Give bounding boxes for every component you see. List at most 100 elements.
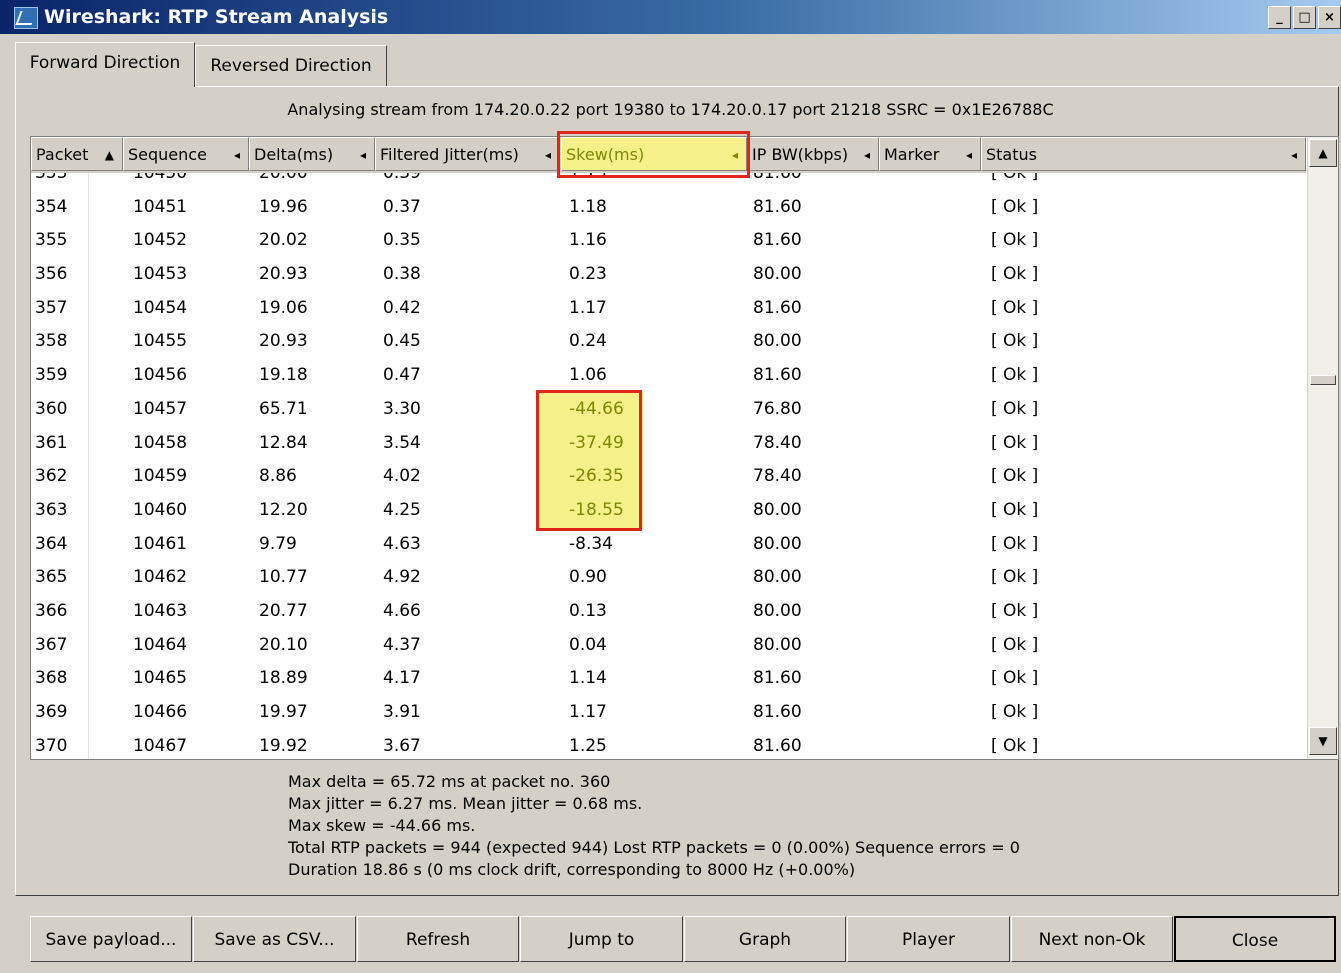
table-row[interactable]: 358 10455 20.93 0.45 0.24 80.00 [ Ok ] (31, 325, 1306, 360)
refresh-button[interactable]: Refresh (357, 916, 519, 962)
summary-max-jitter: Max jitter = 6.27 ms. Mean jitter = 0.68… (288, 794, 643, 813)
table-row[interactable]: 363 10460 12.20 4.25 -18.55 80.00 [ Ok ] (31, 493, 1306, 528)
table-row[interactable]: 357 10454 19.06 0.42 1.17 81.60 [ Ok ] (31, 291, 1306, 326)
sort-asc-icon: ▲ (104, 148, 114, 162)
table-row[interactable]: 366 10463 20.77 4.66 0.13 80.00 [ Ok ] (31, 594, 1306, 629)
column-arrow-icon: ◂ (233, 148, 240, 162)
cell-filtered-jitter: 0.37 (383, 196, 421, 217)
cell-filtered-jitter: 0.38 (383, 264, 421, 285)
cell-delta: 19.96 (259, 196, 308, 217)
cell-packet: 365 (31, 561, 89, 595)
cell-filtered-jitter: 0.42 (383, 297, 421, 318)
table-row[interactable]: 369 10466 19.97 3.91 1.17 81.60 [ Ok ] (31, 696, 1306, 730)
table-row[interactable]: 370 10467 19.92 3.67 1.25 81.60 [ Ok ] (31, 729, 1306, 759)
save-payload-button[interactable]: Save payload... (30, 916, 192, 962)
cell-delta: 18.89 (259, 668, 308, 689)
table-row[interactable]: 362 10459 8.86 4.02 -26.35 78.40 [ Ok ] (31, 460, 1306, 494)
cell-ip-bw: 80.00 (753, 331, 802, 352)
cell-sequence: 10467 (133, 735, 188, 756)
cell-packet: 354 (31, 190, 89, 225)
close-window-button[interactable]: × (1318, 6, 1341, 29)
column-arrow-icon: ◂ (1290, 148, 1297, 162)
cell-filtered-jitter: 4.25 (383, 499, 421, 520)
table-row[interactable]: 365 10462 10.77 4.92 0.90 80.00 [ Ok ] (31, 561, 1306, 595)
table-row[interactable]: 367 10464 20.10 4.37 0.04 80.00 [ Ok ] (31, 628, 1306, 663)
cell-skew: -8.34 (569, 533, 613, 554)
jump-to-button[interactable]: Jump to (520, 916, 683, 962)
cell-ip-bw: 81.60 (753, 230, 802, 251)
cell-filtered-jitter: 3.54 (383, 432, 421, 453)
cell-ip-bw: 78.40 (753, 466, 802, 487)
close-button[interactable]: Close (1174, 916, 1336, 962)
cell-ip-bw: 81.60 (753, 735, 802, 756)
cell-delta: 19.18 (259, 365, 308, 386)
cell-delta: 65.71 (259, 398, 308, 419)
col-status[interactable]: Status ◂ (981, 137, 1306, 171)
scroll-up-button[interactable]: ▲ (1309, 139, 1337, 167)
cell-delta: 12.20 (259, 499, 308, 520)
cell-ip-bw: 81.60 (753, 668, 802, 689)
cell-sequence: 10455 (133, 331, 188, 352)
cell-status: [ Ok ] (991, 432, 1039, 453)
next-non-ok-button[interactable]: Next non-Ok (1011, 916, 1173, 962)
cell-status: [ Ok ] (991, 600, 1039, 621)
col-marker[interactable]: Marker ◂ (879, 137, 981, 171)
cell-delta: 20.93 (259, 264, 308, 285)
cell-ip-bw: 81.60 (753, 196, 802, 217)
table-row[interactable]: 364 10461 9.79 4.63 -8.34 80.00 [ Ok ] (31, 527, 1306, 562)
col-skew[interactable]: Skew(ms) ◂ (561, 137, 747, 171)
scroll-thumb[interactable] (1310, 375, 1336, 385)
tab-forward-direction[interactable]: Forward Direction (15, 42, 195, 87)
window-title: Wireshark: RTP Stream Analysis (44, 6, 389, 28)
cell-ip-bw: 80.00 (753, 634, 802, 655)
tab-reversed-direction[interactable]: Reversed Direction (195, 45, 387, 86)
graph-button[interactable]: Graph (684, 916, 846, 962)
cell-status: [ Ok ] (991, 365, 1039, 386)
table-row[interactable]: 355 10452 20.02 0.35 1.16 81.60 [ Ok ] (31, 224, 1306, 259)
cell-packet: 361 (31, 426, 89, 461)
minimize-button[interactable]: _ (1268, 6, 1291, 29)
cell-filtered-jitter: 0.47 (383, 365, 421, 386)
col-packet[interactable]: Packet ▲ (31, 137, 123, 171)
cell-sequence: 10466 (133, 702, 188, 722)
cell-skew: 1.25 (569, 735, 607, 756)
column-arrow-icon: ◂ (359, 148, 366, 162)
col-filtered-jitter[interactable]: Filtered Jitter(ms) ◂ (375, 137, 560, 171)
cell-ip-bw: 80.00 (753, 499, 802, 520)
cell-ip-bw: 81.60 (753, 297, 802, 318)
table-row[interactable]: 359 10456 19.18 0.47 1.06 81.60 [ Ok ] (31, 359, 1306, 393)
col-sequence[interactable]: Sequence ◂ (123, 137, 249, 171)
cell-filtered-jitter: 0.39 (383, 173, 421, 183)
table-row[interactable]: 360 10457 65.71 3.30 -44.66 76.80 [ Ok ] (31, 392, 1306, 427)
cell-packet: 369 (31, 696, 89, 730)
vertical-scrollbar[interactable]: ▲ ▼ (1307, 137, 1338, 759)
player-button[interactable]: Player (847, 916, 1010, 962)
title-bar[interactable]: Wireshark: RTP Stream Analysis _ □ × (0, 0, 1341, 34)
col-delta[interactable]: Delta(ms) ◂ (249, 137, 375, 171)
scroll-down-button[interactable]: ▼ (1309, 727, 1337, 755)
col-ip-bw-label: IP BW(kbps) (752, 145, 849, 164)
cell-sequence: 10456 (133, 365, 188, 386)
cell-skew: 0.24 (569, 331, 607, 352)
table-row[interactable]: 368 10465 18.89 4.17 1.14 81.60 [ Ok ] (31, 662, 1306, 696)
wireshark-app-icon (14, 7, 38, 29)
cell-skew: 1.06 (569, 365, 607, 386)
cell-skew: 1.17 (569, 297, 607, 318)
cell-packet: 367 (31, 628, 89, 663)
cell-skew: 1.16 (569, 230, 607, 251)
cell-skew: -18.55 (569, 499, 624, 520)
col-ip-bw[interactable]: IP BW(kbps) ◂ (747, 137, 879, 171)
table-row[interactable]: 353 10450 20.00 0.39 1.15 81.60 [ Ok ] (31, 173, 1306, 191)
maximize-button[interactable]: □ (1293, 6, 1316, 29)
packet-list[interactable]: Packet ▲ Sequence ◂ Delta(ms) ◂ Filtered… (30, 136, 1339, 760)
cell-ip-bw: 81.60 (753, 173, 802, 183)
cell-packet: 370 (31, 729, 89, 759)
table-row[interactable]: 361 10458 12.84 3.54 -37.49 78.40 [ Ok ] (31, 426, 1306, 461)
cell-packet: 362 (31, 460, 89, 494)
table-row[interactable]: 356 10453 20.93 0.38 0.23 80.00 [ Ok ] (31, 258, 1306, 292)
cell-sequence: 10451 (133, 196, 188, 217)
table-row[interactable]: 354 10451 19.96 0.37 1.18 81.60 [ Ok ] (31, 190, 1306, 225)
save-csv-button[interactable]: Save as CSV... (193, 916, 356, 962)
cell-packet: 353 (31, 173, 89, 191)
cell-filtered-jitter: 3.67 (383, 735, 421, 756)
